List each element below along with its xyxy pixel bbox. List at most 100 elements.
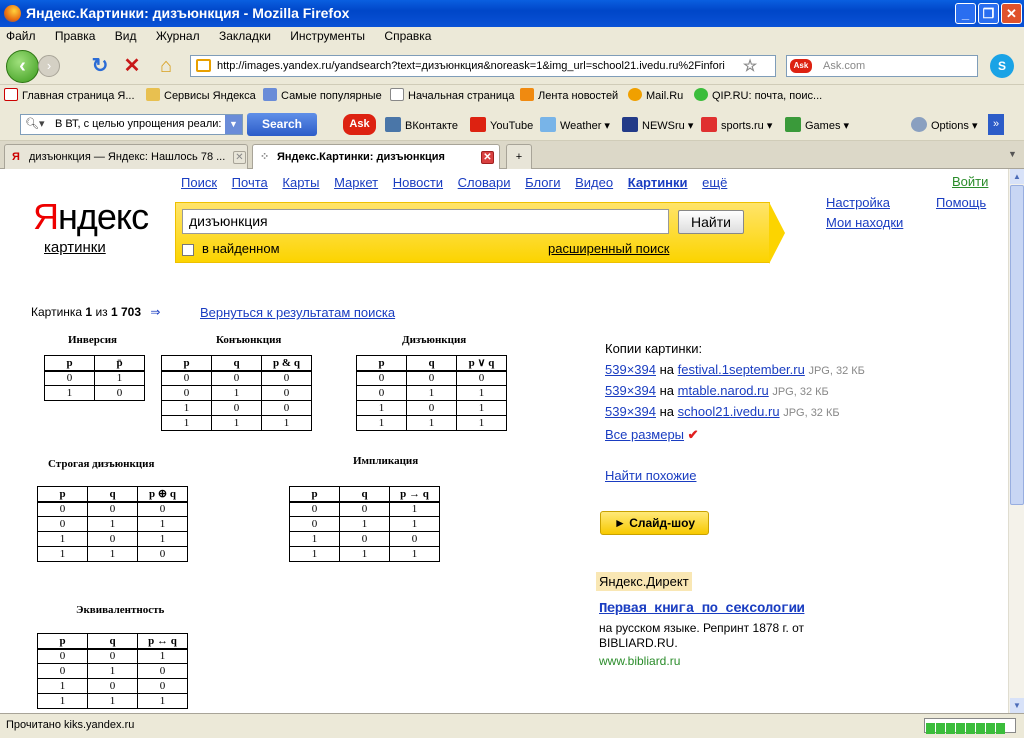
tab-list-icon[interactable]: ▼ [1008, 149, 1017, 159]
bookmark-qip[interactable]: QIP.RU: почта, поис... [694, 85, 822, 108]
in-found-checkbox[interactable] [182, 244, 194, 256]
ask-logo-icon[interactable]: Ask [343, 114, 376, 135]
copy-site-link[interactable]: festival.1september.ru [678, 362, 805, 377]
menu-help[interactable]: Справка [384, 29, 431, 43]
tab-close-icon[interactable]: ✕ [233, 151, 246, 164]
scroll-up-icon[interactable]: ▲ [1010, 169, 1024, 184]
menu-tools[interactable]: Инструменты [290, 29, 365, 43]
back-button[interactable]: ‹ [6, 50, 39, 83]
settings-link[interactable]: Настройка [826, 195, 890, 210]
toolbar-weather[interactable]: Weather ▾ [540, 117, 610, 134]
copy-size-link[interactable]: 539×394 [605, 383, 656, 398]
nav-news[interactable]: Новости [393, 175, 443, 190]
copy-site-link[interactable]: school21.ivedu.ru [678, 404, 780, 419]
copy-size-link[interactable]: 539×394 [605, 404, 656, 419]
nav-video[interactable]: Видео [575, 175, 613, 190]
table-cell: 1 [356, 400, 407, 416]
stop-icon[interactable]: ✕ [120, 54, 144, 78]
copy-size-link[interactable]: 539×394 [605, 362, 656, 377]
nav-images[interactable]: Картинки [628, 175, 688, 190]
bookmark-news-feed[interactable]: Лента новостей [520, 85, 618, 108]
toolbar-search-input[interactable]: 🔍︎▾ В ВТ, с целью упрощения реали: ▼ [20, 114, 243, 135]
toolbar-youtube[interactable]: YouTube [470, 117, 533, 134]
menu-view[interactable]: Вид [115, 29, 137, 43]
home-icon[interactable]: ⌂ [154, 54, 178, 78]
nav-blogs[interactable]: Блоги [525, 175, 560, 190]
yandex-logo[interactable]: Яндекс [33, 196, 149, 238]
nav-market[interactable]: Маркет [334, 175, 378, 190]
close-window-button[interactable]: ✕ [1001, 3, 1022, 24]
nav-maps[interactable]: Карты [282, 175, 319, 190]
table-cell: p [37, 486, 88, 503]
slideshow-button[interactable]: ► Слайд-шоу [600, 511, 709, 535]
table-cell: 0 [261, 385, 312, 401]
login-link[interactable]: Войти [952, 174, 988, 189]
table-row: 011 [356, 385, 507, 401]
all-sizes-link[interactable]: Все размеры [605, 427, 684, 442]
scroll-down-icon[interactable]: ▼ [1010, 698, 1024, 713]
help-link[interactable]: Помощь [936, 195, 986, 210]
magnifier-icon: 🔍︎▾ [25, 118, 45, 130]
bookmark-mailru[interactable]: Mail.Ru [628, 85, 683, 108]
direct-label[interactable]: Яндекс.Директ [596, 572, 692, 591]
next-arrow-icon[interactable]: ⇒ [150, 305, 160, 319]
title-conjunction: Конъюнкция [216, 334, 282, 346]
url-bar[interactable]: http://images.yandex.ru/yandsearch?text=… [190, 55, 776, 77]
minimize-button[interactable]: _ [955, 3, 976, 24]
status-bar: Прочитано kiks.yandex.ru [0, 713, 1024, 738]
menu-bookmarks[interactable]: Закладки [219, 29, 271, 43]
toolbar-overflow-icon[interactable]: » [988, 114, 1004, 135]
table-cell: 0 [211, 370, 262, 386]
toolbar-vkontakte[interactable]: ВКонтакте [385, 117, 458, 134]
result-image[interactable]: Инверсия p p̄ 0 1 1 0 Конъюнкция pqp & q00001… [28, 327, 548, 713]
tab-yandex-images[interactable]: ⁘ Яндекс.Картинки: дизъюнкция ✕ [252, 144, 500, 169]
toolbar-search-button[interactable]: Search [247, 113, 317, 136]
search-query-input[interactable]: дизъюнкция [182, 209, 669, 234]
toolbar-games[interactable]: Games ▾ [785, 117, 849, 134]
bookmark-start-page[interactable]: Начальная страница [390, 85, 514, 108]
menu-file[interactable]: Файл [6, 29, 36, 43]
nav-mail[interactable]: Почта [232, 175, 268, 190]
tab-yandex-search[interactable]: Я дизъюнкция — Яндекс: Нашлось 78 ... ✕ [4, 144, 248, 169]
skype-icon[interactable]: S [990, 54, 1014, 78]
ad-title-link[interactable]: Первая книга по сексологии [599, 601, 805, 617]
tab-close-icon[interactable]: ✕ [481, 151, 494, 164]
bookmark-popular[interactable]: Самые популярные [263, 85, 382, 108]
maximize-button[interactable]: ❐ [978, 3, 999, 24]
vertical-scrollbar[interactable]: ▲ ▼ [1008, 169, 1024, 713]
nav-dictionaries[interactable]: Словари [458, 175, 511, 190]
new-tab-button[interactable]: + [506, 144, 532, 169]
nav-search[interactable]: Поиск [181, 175, 217, 190]
yandex-services-nav: Поиск Почта Карты Маркет Новости Словари… [181, 175, 738, 190]
images-logo-sub[interactable]: картинки [44, 239, 106, 256]
ad-url[interactable]: www.bibliard.ru [599, 654, 680, 668]
my-finds-link[interactable]: Мои находки [826, 215, 903, 230]
back-to-results-link[interactable]: Вернуться к результатам поиска [200, 305, 395, 320]
image-counter: Картинка 1 из 1 703 ⇒ [31, 305, 161, 319]
advanced-search-link[interactable]: расширенный поиск [548, 241, 669, 256]
find-similar-link[interactable]: Найти похожие [605, 468, 696, 483]
menu-edit[interactable]: Правка [55, 29, 96, 43]
star-icon[interactable]: ☆ [738, 55, 762, 79]
table-cell: p [289, 486, 340, 503]
table-cell: 1 [456, 400, 507, 416]
copy-site-link[interactable]: mtable.narod.ru [678, 383, 769, 398]
table-cell: 1 [389, 546, 440, 562]
reload-icon[interactable]: ↻ [88, 54, 112, 78]
nav-more[interactable]: ещё [702, 175, 727, 190]
toolbar-sports[interactable]: sports.ru ▾ [701, 117, 772, 134]
bookmark-yandex-services[interactable]: Сервисы Яндекса [146, 85, 256, 108]
table-row: 101 [37, 531, 188, 547]
find-button[interactable]: Найти [678, 210, 744, 234]
toolbar-options[interactable]: Options ▾ [911, 117, 978, 134]
table-row: 111 [37, 693, 188, 709]
menu-history[interactable]: Журнал [156, 29, 200, 43]
dropdown-arrow-icon[interactable]: ▼ [225, 115, 242, 134]
forward-button[interactable]: › [38, 55, 60, 77]
ask-search-input[interactable]: Ask Ask.com [786, 55, 978, 77]
toolbar-newsru[interactable]: NEWSru ▾ [622, 117, 693, 134]
bookmark-yandex-home[interactable]: Главная страница Я... [4, 85, 135, 108]
table-disjunction: pqp ∨ q000011101111 [356, 355, 507, 431]
scroll-thumb[interactable] [1010, 185, 1024, 505]
table-cell: 1 [289, 546, 340, 562]
